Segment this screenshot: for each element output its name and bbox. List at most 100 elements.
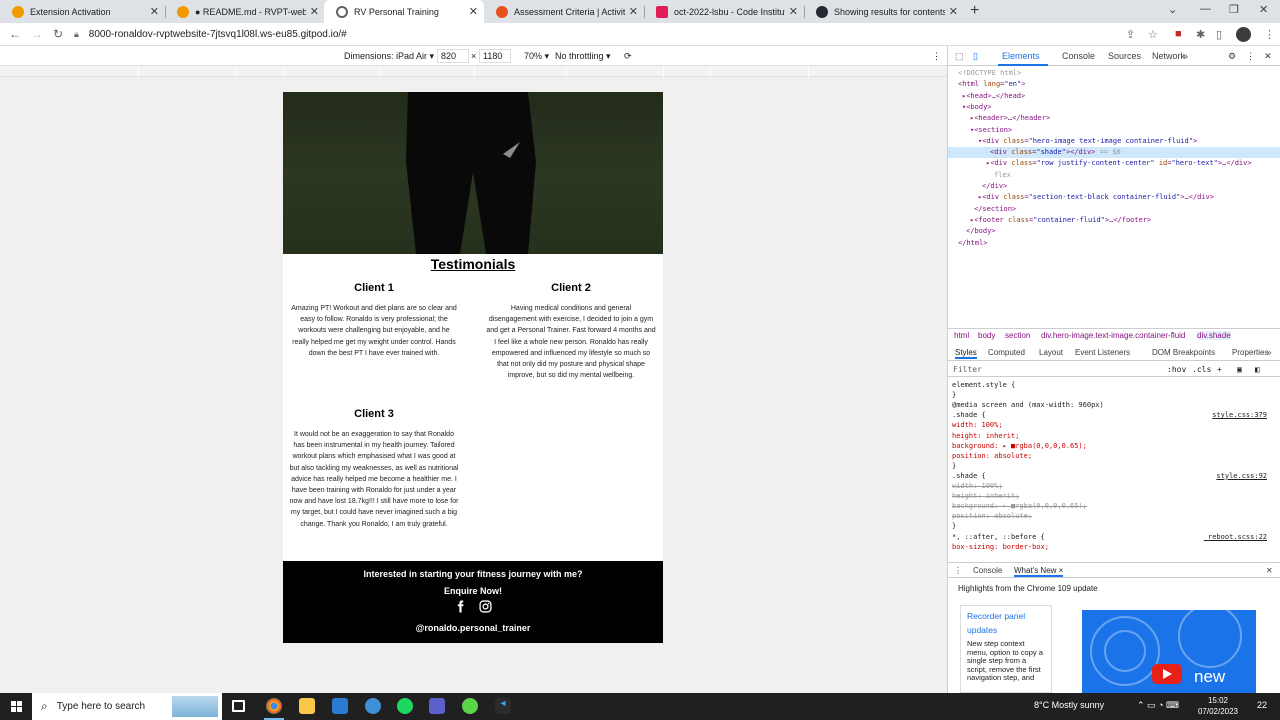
tray-icons[interactable]: ⌃ ▭ ◔ ⌨ bbox=[1137, 700, 1179, 711]
dom-node-line[interactable]: <html lang="en"> bbox=[958, 79, 1025, 90]
tab-event-listeners[interactable]: Event Listeners bbox=[1075, 348, 1130, 357]
style-rule-line[interactable]: .shade { bbox=[952, 472, 986, 481]
close-drawer-icon[interactable]: ✕ bbox=[1266, 566, 1273, 575]
file-explorer-icon[interactable] bbox=[299, 698, 315, 714]
edge-icon[interactable] bbox=[365, 698, 381, 714]
hov-toggle[interactable]: :hov bbox=[1167, 365, 1186, 374]
facebook-icon[interactable] bbox=[454, 600, 467, 613]
close-icon[interactable]: ✕ bbox=[310, 5, 319, 18]
dom-node-line[interactable]: </section> bbox=[974, 204, 1016, 215]
device-options-icon[interactable]: ⋮ bbox=[932, 51, 941, 62]
stylesheet-link[interactable]: style.css:379 bbox=[1212, 411, 1267, 420]
tab-sources[interactable]: Sources bbox=[1108, 51, 1141, 61]
stylesheet-link[interactable]: _reboot.scss:22 bbox=[1204, 533, 1267, 542]
dom-node-line[interactable]: ▸<head>…</head> bbox=[962, 91, 1025, 102]
tab-2[interactable]: ● README.md - RVPT-website - G ✕ bbox=[165, 0, 325, 23]
card-title[interactable]: Recorder panel updates bbox=[967, 609, 1045, 637]
tab-5[interactable]: oct-2022-lsbu - Code Institute - S ✕ bbox=[644, 0, 804, 23]
dom-tree[interactable]: <!DOCTYPE html> <html lang="en"> ▸<head>…<… bbox=[948, 66, 1280, 328]
style-rule-line[interactable]: @media screen and (max-width: 960px) bbox=[952, 401, 1104, 410]
computed-styles-icon[interactable]: ▣ bbox=[1237, 365, 1242, 374]
clock[interactable]: 15:02 07/02/2023 bbox=[1197, 695, 1239, 717]
tab-6[interactable]: Showing results for contents of a ✕ bbox=[804, 0, 964, 23]
style-rule-line[interactable]: position: absolute; bbox=[952, 512, 1032, 521]
dom-node-line[interactable]: ▾<section> bbox=[970, 125, 1012, 136]
tab-1[interactable]: Extension Activation ✕ bbox=[0, 0, 165, 23]
tab-4[interactable]: Assessment Criteria | Activities | C ✕ bbox=[484, 0, 644, 23]
reload-icon[interactable]: ↻ bbox=[53, 27, 63, 41]
dom-node-line[interactable]: <div class="shade"></div> == $0 bbox=[990, 147, 1121, 158]
whats-new-video-banner[interactable]: new bbox=[1082, 610, 1256, 693]
spotify-icon[interactable] bbox=[397, 698, 413, 714]
mail-icon[interactable] bbox=[332, 698, 348, 714]
inspect-element-icon[interactable]: ⬚ bbox=[955, 51, 964, 62]
crumb-hero-div[interactable]: div.hero-image.text-image.container-flui… bbox=[1041, 331, 1185, 340]
close-devtools-icon[interactable]: ✕ bbox=[1264, 51, 1272, 62]
close-icon[interactable]: ✕ bbox=[150, 5, 159, 18]
style-rule-line[interactable]: position: absolute; bbox=[952, 452, 1032, 461]
instagram-handle[interactable]: @ronaldo.personal_trainer bbox=[283, 623, 663, 633]
search-highlight-image[interactable] bbox=[172, 696, 218, 717]
tab-computed[interactable]: Computed bbox=[988, 348, 1025, 357]
dom-node-line[interactable]: ▾<body> bbox=[962, 102, 992, 113]
share-icon[interactable]: ⇪ bbox=[1126, 28, 1135, 41]
cls-toggle[interactable]: .cls bbox=[1192, 365, 1211, 374]
notification-count[interactable]: 22 bbox=[1257, 700, 1267, 710]
style-rule-line[interactable]: background: ▸ ■rgba(0,0,0,0.65); bbox=[952, 442, 1087, 451]
device-toggle-icon[interactable]: ▯ bbox=[973, 51, 978, 62]
style-rule-line[interactable]: .shade { bbox=[952, 411, 986, 420]
tab-more[interactable]: » bbox=[1183, 51, 1188, 61]
dom-node-line[interactable]: </html> bbox=[958, 238, 988, 249]
close-icon[interactable]: ✕ bbox=[629, 5, 638, 18]
style-rule-line[interactable]: width: 100%; bbox=[952, 421, 1003, 430]
address-bar[interactable]: 🔒︎ 8000-ronaldov-rvptwebsite-7jtsvq1l08l… bbox=[74, 26, 1114, 43]
tab-styles[interactable]: Styles bbox=[955, 348, 977, 359]
dom-node-line[interactable]: ▸<div class="section-text-black containe… bbox=[978, 192, 1214, 203]
dom-node-line[interactable]: </div> bbox=[982, 181, 1007, 192]
tab-search-icon[interactable]: ⌄ bbox=[1168, 3, 1177, 16]
dom-node-line[interactable]: <!DOCTYPE html> bbox=[958, 68, 1021, 79]
drawer-tab-whats-new[interactable]: What's New × bbox=[1014, 566, 1064, 577]
crumb-section[interactable]: section bbox=[1005, 331, 1030, 340]
drawer-tab-console[interactable]: Console bbox=[973, 566, 1002, 575]
tab-styles-more[interactable]: » bbox=[1267, 348, 1271, 357]
dimensions-select[interactable]: Dimensions: iPad Air ▾ bbox=[344, 51, 434, 62]
devtools-menu-icon[interactable]: ⋮ bbox=[1246, 51, 1255, 62]
tab-dom-breakpoints[interactable]: DOM Breakpoints bbox=[1152, 348, 1215, 357]
recorder-card[interactable]: Recorder panel updates New step context … bbox=[960, 605, 1052, 693]
crumb-html[interactable]: html bbox=[954, 331, 969, 340]
sidebar-toggle-icon[interactable]: ◧ bbox=[1255, 365, 1260, 374]
minimize-icon[interactable]: — bbox=[1200, 3, 1211, 15]
throttling-select[interactable]: No throttling ▾ bbox=[555, 51, 611, 62]
styles-pane[interactable]: element.style {} @media screen and (max-w… bbox=[948, 378, 1280, 561]
extensions-puzzle-icon[interactable]: ✱ bbox=[1196, 28, 1205, 41]
profile-avatar[interactable] bbox=[1236, 27, 1251, 42]
windows-start-icon[interactable] bbox=[11, 701, 22, 712]
filter-input[interactable]: Filter bbox=[953, 365, 982, 374]
dom-node-line[interactable]: flex bbox=[994, 170, 1011, 181]
side-panel-icon[interactable]: ▯ bbox=[1216, 28, 1222, 41]
close-icon[interactable]: ✕ bbox=[949, 5, 958, 18]
bookmark-star-icon[interactable]: ☆ bbox=[1148, 28, 1158, 41]
close-window-icon[interactable]: ✕ bbox=[1259, 3, 1268, 16]
style-rule-line[interactable]: element.style { bbox=[952, 381, 1015, 390]
style-rule-line[interactable]: width: 100%; bbox=[952, 482, 1003, 491]
app-icon[interactable] bbox=[429, 698, 445, 714]
rotate-icon[interactable]: ⟳ bbox=[624, 51, 632, 62]
style-rule-line[interactable]: box-sizing: border-box; bbox=[952, 543, 1049, 552]
style-rule-line[interactable]: } bbox=[952, 391, 956, 400]
device-width-input[interactable]: 820 bbox=[437, 49, 469, 63]
add-rule-icon[interactable]: + bbox=[1217, 365, 1222, 374]
dom-node-line[interactable]: ▸<div class="row justify-content-center"… bbox=[986, 158, 1252, 169]
device-height-input[interactable]: 1180 bbox=[479, 49, 511, 63]
green-app-icon[interactable] bbox=[462, 698, 478, 714]
crumb-body[interactable]: body bbox=[978, 331, 995, 340]
forward-arrow-icon[interactable]: → bbox=[31, 27, 43, 41]
lock-icon[interactable]: 🔒︎ bbox=[74, 29, 79, 40]
close-icon[interactable]: ✕ bbox=[469, 5, 478, 18]
instagram-icon[interactable] bbox=[479, 600, 492, 613]
taskbar-search[interactable]: ⌕ Type here to search bbox=[32, 693, 222, 720]
crumb-shade-div[interactable]: div.shade bbox=[1197, 331, 1231, 340]
restore-icon[interactable]: ❐ bbox=[1229, 3, 1239, 16]
media-query-bar[interactable] bbox=[0, 66, 947, 77]
